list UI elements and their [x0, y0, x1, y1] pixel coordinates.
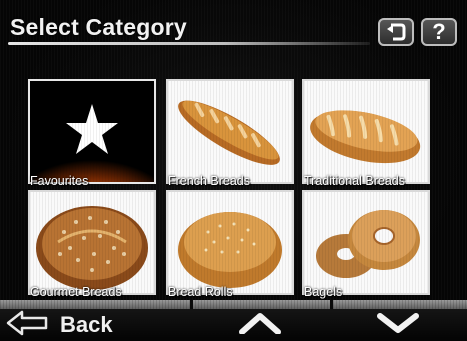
category-tile-favourites[interactable]: Favourites	[28, 79, 156, 188]
favourites-thumbnail	[28, 79, 156, 184]
gourmet-breads-thumbnail	[28, 190, 156, 295]
nav-rail	[0, 300, 467, 309]
category-tile-bagels[interactable]: Bagels	[302, 190, 430, 299]
traditional-breads-thumbnail	[302, 79, 430, 184]
category-label: Bread Rolls	[168, 285, 233, 299]
bagels-thumbnail	[302, 190, 430, 295]
back-button[interactable]: Back	[6, 310, 186, 341]
screen: Select Category ? Favourites French Brea…	[0, 0, 467, 338]
category-tile-traditional-breads[interactable]: Traditional Breads	[302, 79, 430, 188]
bread-rolls-thumbnail	[166, 190, 294, 295]
page-title: Select Category	[10, 14, 187, 40]
bagel-image	[304, 192, 428, 293]
category-label: Traditional Breads	[304, 174, 405, 188]
category-tile-gourmet-breads[interactable]: Gourmet Breads	[28, 190, 156, 299]
bottom-nav-bar: Back	[0, 300, 467, 338]
bread-roll-image	[168, 192, 292, 293]
category-label: Favourites	[30, 174, 89, 188]
chevron-down-icon	[376, 312, 420, 339]
scroll-up-button[interactable]	[230, 313, 290, 338]
category-label: French Breads	[168, 174, 250, 188]
category-tile-french-breads[interactable]: French Breads	[166, 79, 294, 188]
return-arrow-icon	[385, 22, 407, 42]
loaf-image	[304, 81, 428, 182]
help-button[interactable]: ?	[421, 18, 457, 46]
category-label: Bagels	[304, 285, 343, 299]
chevron-up-icon	[238, 312, 282, 339]
back-arrow-icon	[6, 310, 50, 341]
title-underline	[8, 42, 370, 45]
french-breads-thumbnail	[166, 79, 294, 184]
scroll-down-button[interactable]	[368, 313, 428, 338]
gourmet-bread-image	[30, 192, 154, 293]
baguette-image	[168, 81, 292, 182]
help-icon: ?	[432, 19, 446, 44]
back-label: Back	[60, 312, 113, 337]
category-label: Gourmet Breads	[30, 285, 122, 299]
return-button[interactable]	[378, 18, 414, 46]
category-tile-bread-rolls[interactable]: Bread Rolls	[166, 190, 294, 299]
star-icon	[30, 81, 154, 182]
